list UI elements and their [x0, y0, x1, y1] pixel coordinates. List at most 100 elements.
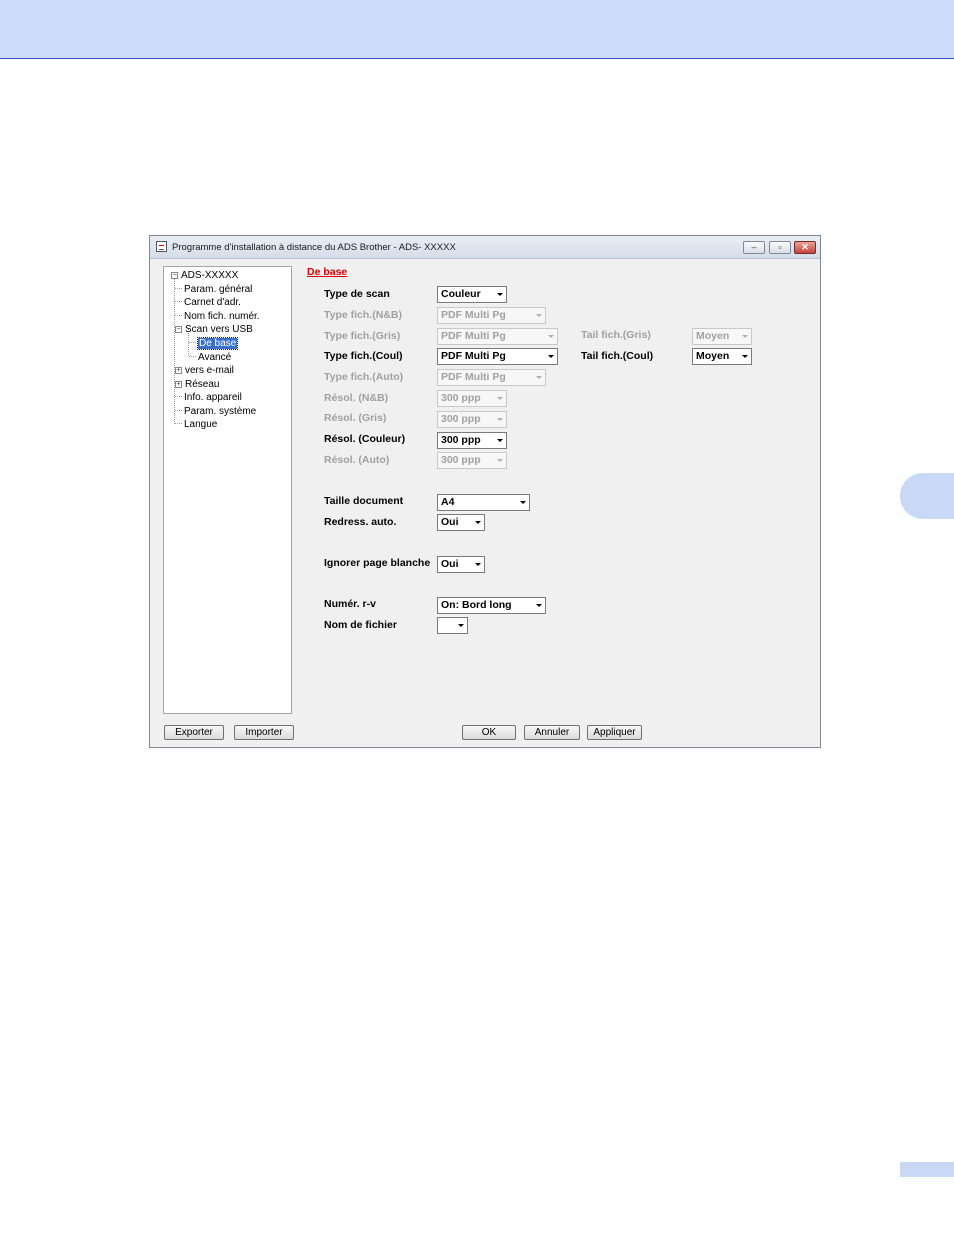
file-name-label: Nom de fichier: [324, 619, 397, 631]
chevron-down-icon: [520, 501, 526, 504]
page-number-tab: [900, 1162, 954, 1177]
doc-size-select[interactable]: A4: [437, 494, 530, 511]
res-bw-label: Résol. (N&B): [324, 392, 389, 404]
chapter-tab: [900, 473, 954, 519]
res-gray-label: Résol. (Gris): [324, 412, 387, 424]
settings-tree: − ADS-XXXXX Param. général Carnet d'adr. …: [163, 266, 292, 714]
tree-item-nom-fich[interactable]: Nom fich. numér.: [175, 311, 260, 323]
chevron-down-icon: [536, 376, 542, 379]
auto-deskew-select[interactable]: Oui: [437, 514, 485, 531]
select-value: 300 ppp: [441, 434, 481, 446]
auto-deskew-label: Redress. auto.: [324, 516, 397, 528]
close-button[interactable]: ✕: [794, 241, 816, 254]
res-color-select[interactable]: 300 ppp: [437, 432, 507, 449]
ok-button[interactable]: OK: [462, 725, 516, 740]
select-value: A4: [441, 496, 455, 508]
chevron-down-icon: [497, 439, 503, 442]
tree-root-label: ADS-XXXXX: [181, 270, 239, 281]
chevron-down-icon: [497, 459, 503, 462]
res-gray-select[interactable]: 300 ppp: [437, 411, 507, 428]
minimize-button[interactable]: –: [743, 241, 765, 254]
tree-item-carnet[interactable]: Carnet d'adr.: [175, 297, 241, 309]
tree-item-info[interactable]: Info. appareil: [175, 392, 242, 404]
expand-icon[interactable]: +: [175, 381, 182, 388]
select-value: PDF Multi Pg: [441, 309, 506, 321]
res-color-label: Résol. (Couleur): [324, 433, 406, 445]
chevron-down-icon: [742, 355, 748, 358]
tree-item-label: De base: [196, 337, 239, 350]
chevron-down-icon: [497, 418, 503, 421]
select-value: PDF Multi Pg: [441, 371, 506, 383]
tree-item-reseau[interactable]: + Réseau: [171, 379, 219, 391]
select-value: 300 ppp: [441, 413, 481, 425]
tree-item-label: vers e-mail: [185, 365, 234, 376]
tree-item-de-base[interactable]: De base: [189, 337, 239, 350]
select-value: Moyen: [696, 350, 730, 362]
chevron-down-icon: [548, 355, 554, 358]
skip-blank-label: Ignorer page blanche: [324, 557, 431, 569]
chevron-down-icon: [497, 293, 503, 296]
scan-type-label: Type de scan: [324, 288, 390, 300]
export-button[interactable]: Exporter: [164, 725, 224, 740]
tree-item-label: Scan vers USB: [185, 324, 253, 335]
duplex-label: Numér. r-v: [324, 598, 376, 610]
tree-item-scan-usb[interactable]: − Scan vers USB: [171, 324, 253, 336]
select-value: On: Bord long: [441, 599, 512, 611]
file-size-color-label: Tail fich.(Coul): [581, 350, 654, 362]
chevron-down-icon: [497, 397, 503, 400]
res-auto-select[interactable]: 300 ppp: [437, 452, 507, 469]
file-size-color-select[interactable]: Moyen: [692, 348, 752, 365]
window-title: Programme d'installation à distance du A…: [172, 242, 456, 253]
file-size-gray-select[interactable]: Moyen: [692, 328, 752, 345]
select-value: Moyen: [696, 330, 730, 342]
remote-setup-window: Programme d'installation à distance du A…: [149, 235, 821, 748]
page-header-band: [0, 0, 954, 59]
scan-type-select[interactable]: Couleur: [437, 286, 507, 303]
select-value: Couleur: [441, 288, 481, 300]
file-type-auto-select[interactable]: PDF Multi Pg: [437, 369, 546, 386]
chevron-down-icon: [475, 521, 481, 524]
select-value: 300 ppp: [441, 454, 481, 466]
file-type-color-select[interactable]: PDF Multi Pg: [437, 348, 558, 365]
cancel-button[interactable]: Annuler: [524, 725, 580, 740]
file-size-gray-label: Tail fich.(Gris): [581, 329, 651, 341]
file-type-gray-label: Type fich.(Gris): [324, 330, 401, 342]
file-type-gray-select[interactable]: PDF Multi Pg: [437, 328, 558, 345]
tree-item-label: Langue: [184, 419, 218, 430]
file-type-bw-select[interactable]: PDF Multi Pg: [437, 307, 546, 324]
file-type-color-label: Type fich.(Coul): [324, 350, 403, 362]
section-title: De base: [307, 266, 348, 278]
tree-item-avance[interactable]: Avancé: [189, 352, 231, 364]
collapse-icon[interactable]: −: [175, 326, 182, 333]
tree-root[interactable]: − ADS-XXXXX: [171, 270, 238, 282]
file-name-select[interactable]: [437, 617, 468, 634]
maximize-button[interactable]: ▫: [769, 241, 791, 254]
tree-item-param-general[interactable]: Param. général: [175, 284, 252, 296]
file-type-auto-label: Type fich.(Auto): [324, 371, 404, 383]
collapse-icon[interactable]: −: [171, 272, 178, 279]
tree-item-langue[interactable]: Langue: [175, 419, 217, 431]
expand-icon[interactable]: +: [175, 367, 182, 374]
chevron-down-icon: [548, 335, 554, 338]
chevron-down-icon: [742, 335, 748, 338]
import-button[interactable]: Importer: [234, 725, 294, 740]
res-auto-label: Résol. (Auto): [324, 454, 390, 466]
tree-item-label: Avancé: [198, 352, 232, 363]
file-type-bw-label: Type fich.(N&B): [324, 309, 402, 321]
select-value: PDF Multi Pg: [441, 330, 506, 342]
tree-item-label: Param. système: [184, 406, 257, 417]
tree-item-param-systeme[interactable]: Param. système: [175, 406, 256, 418]
select-value: Oui: [441, 558, 459, 570]
tree-item-email[interactable]: + vers e-mail: [171, 365, 234, 377]
chevron-down-icon: [536, 604, 542, 607]
chevron-down-icon: [536, 314, 542, 317]
apply-button[interactable]: Appliquer: [587, 725, 642, 740]
duplex-select[interactable]: On: Bord long: [437, 597, 546, 614]
tree-item-label: Carnet d'adr.: [184, 297, 241, 308]
select-value: PDF Multi Pg: [441, 350, 506, 362]
chevron-down-icon: [458, 624, 464, 627]
select-value: 300 ppp: [441, 392, 481, 404]
res-bw-select[interactable]: 300 ppp: [437, 390, 507, 407]
tree-item-label: Info. appareil: [184, 392, 242, 403]
skip-blank-select[interactable]: Oui: [437, 556, 485, 573]
